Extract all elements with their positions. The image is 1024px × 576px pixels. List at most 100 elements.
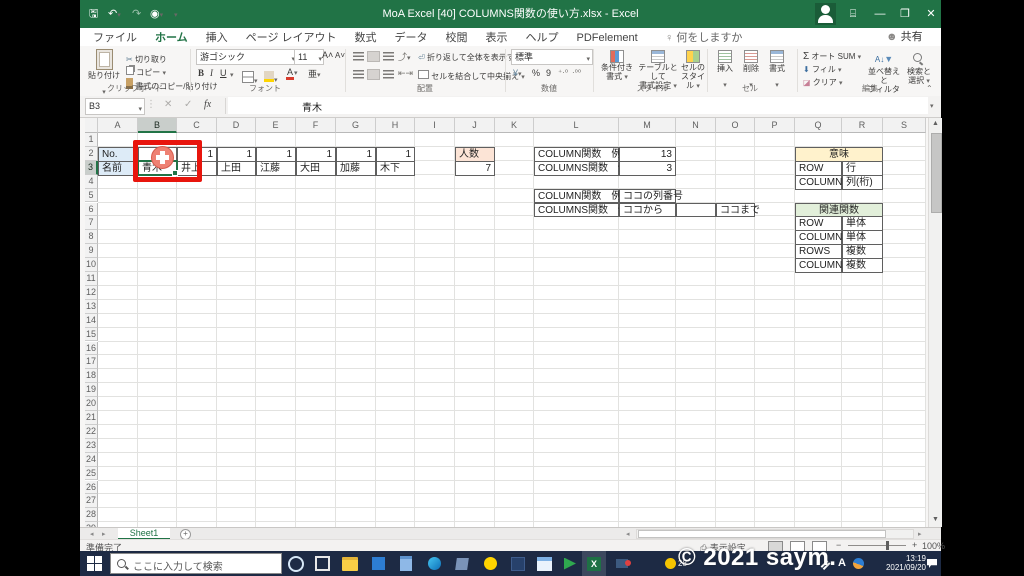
col-header-M[interactable]: M (619, 118, 676, 133)
cell-Q7[interactable]: ROW (795, 216, 842, 231)
task-view-icon[interactable] (310, 551, 334, 576)
orientation-icon[interactable]: ⤴▾ (398, 50, 411, 63)
cell-Q6[interactable]: 関連関数 (795, 203, 883, 218)
taskbar-search-box[interactable]: ここに入力して検索 (110, 553, 282, 574)
font-name-select[interactable]: 游ゴシック▾ (196, 49, 298, 65)
cell-D3[interactable]: 上田 (217, 161, 256, 176)
cell-Q2[interactable]: 意味 (795, 147, 883, 162)
zoom-in-icon[interactable]: + (912, 540, 917, 550)
start-button[interactable] (82, 551, 106, 576)
row-header-7[interactable]: 7 (85, 216, 98, 230)
close-button[interactable]: ✕ (918, 0, 944, 28)
row-header-5[interactable]: 5 (85, 189, 98, 203)
row-header-20[interactable]: 20 (85, 397, 98, 411)
row-header-28[interactable]: 28 (85, 508, 98, 522)
cell-M5[interactable]: ココの列番号 (619, 189, 676, 204)
cell-L2[interactable]: COLUMN関数 例 (534, 147, 619, 162)
cell-R3[interactable]: 行 (842, 161, 883, 176)
align-right-icon[interactable] (383, 70, 394, 79)
enter-icon[interactable]: ✓ (184, 99, 192, 110)
cell-L3[interactable]: COLUMNS関数 例 (534, 161, 619, 176)
tab-insert[interactable]: 挿入 (197, 30, 237, 47)
zoom-slider[interactable] (848, 545, 906, 546)
col-header-O[interactable]: O (716, 118, 755, 133)
row-header-22[interactable]: 22 (85, 425, 98, 439)
cell-M2[interactable]: 13 (619, 147, 676, 162)
tab-page-layout[interactable]: ページ レイアウト (237, 30, 346, 47)
formula-input[interactable]: 青木 (228, 97, 928, 114)
app-icon-green[interactable] (558, 551, 582, 576)
sheet-nav-left-icon[interactable]: ◂ (90, 530, 94, 538)
shrink-font-icon[interactable]: A˅ (335, 51, 345, 60)
col-header-F[interactable]: F (296, 118, 336, 133)
underline-arrow-icon[interactable]: ▾ (230, 71, 234, 79)
app-icon-yellow-circle[interactable] (478, 551, 502, 576)
tab-view[interactable]: 表示 (477, 30, 517, 47)
select-all-corner[interactable] (85, 118, 98, 133)
name-box[interactable]: B3▾ (85, 98, 145, 115)
row-header-1[interactable]: 1 (85, 133, 98, 147)
tray-clock[interactable]: 13:19 2021/09/20 (874, 554, 926, 572)
insert-function-icon[interactable]: fx (204, 99, 211, 110)
copy-button[interactable]: コピー ▾ (126, 66, 166, 78)
tab-review[interactable]: 校閲 (437, 30, 477, 47)
notification-center-icon[interactable] (924, 551, 940, 576)
cell-L6[interactable]: COLUMNS関数 例 (534, 203, 619, 218)
font-size-select[interactable]: 11▾ (294, 49, 324, 65)
hscroll-right-icon[interactable]: ▸ (918, 530, 922, 538)
cell-A2[interactable]: No. (98, 147, 138, 162)
cell-R4[interactable]: 列(桁) (842, 175, 883, 190)
app-icon-teal[interactable] (450, 551, 474, 576)
tray-weather-icon[interactable] (850, 551, 866, 576)
spreadsheet-grid[interactable]: ABCDEFGHIJKLMNOPQRS123456789101112131415… (85, 118, 926, 527)
row-header-10[interactable]: 10 (85, 258, 98, 272)
conditional-formatting-button[interactable]: 条件付き書式 ▾ (599, 50, 635, 82)
col-header-D[interactable]: D (217, 118, 256, 133)
ribbon-display-options-icon[interactable]: ⌸ (840, 0, 866, 28)
bold-button[interactable]: B (198, 68, 204, 78)
expand-formula-bar-icon[interactable]: ▾ (930, 102, 934, 110)
row-header-26[interactable]: 26 (85, 481, 98, 495)
col-header-C[interactable]: C (177, 118, 217, 133)
tell-me-box[interactable]: ♀ 何をしますか (665, 32, 742, 44)
fill-button[interactable]: ⬇ フィル ▾ (803, 64, 842, 75)
row-header-13[interactable]: 13 (85, 300, 98, 314)
cell-J3[interactable]: 7 (455, 161, 495, 176)
col-header-G[interactable]: G (336, 118, 376, 133)
ruby-button[interactable]: 亜▾ (308, 67, 321, 80)
ime-indicator[interactable]: A (838, 557, 846, 569)
grow-font-icon[interactable]: A˄ (322, 50, 333, 60)
row-header-9[interactable]: 9 (85, 244, 98, 258)
col-header-L[interactable]: L (534, 118, 619, 133)
zoom-out-icon[interactable]: − (836, 540, 841, 550)
tab-data[interactable]: データ (386, 30, 437, 47)
cell-R7[interactable]: 単体 (842, 216, 883, 231)
cell-F3[interactable]: 大田 (296, 161, 336, 176)
row-header-14[interactable]: 14 (85, 314, 98, 328)
percent-format-icon[interactable]: % (532, 68, 540, 78)
col-header-P[interactable]: P (755, 118, 795, 133)
tab-pdfelement[interactable]: PDFelement (568, 30, 647, 47)
excel-taskbar-icon[interactable]: X (582, 551, 606, 576)
cell-G2[interactable]: 1 (336, 147, 376, 162)
currency-format-icon[interactable]: ¥▾ (513, 68, 522, 78)
underline-button[interactable]: U (220, 68, 227, 78)
cell-Q9[interactable]: ROWS (795, 244, 842, 259)
vertical-scrollbar[interactable]: ▲ ▼ (928, 118, 942, 527)
cell-O6[interactable]: ココまで (716, 203, 755, 218)
row-header-12[interactable]: 12 (85, 286, 98, 300)
row-header-18[interactable]: 18 (85, 369, 98, 383)
indent-icons[interactable]: ⇤⇥ (398, 68, 413, 79)
cell-R8[interactable]: 単体 (842, 230, 883, 245)
row-header-19[interactable]: 19 (85, 383, 98, 397)
col-header-A[interactable]: A (98, 118, 138, 133)
cell-Q8[interactable]: COLUMN (795, 230, 842, 245)
row-header-6[interactable]: 6 (85, 203, 98, 217)
row-header-3[interactable]: 3 (85, 161, 98, 175)
cell-E3[interactable]: 江藤 (256, 161, 296, 176)
row-header-17[interactable]: 17 (85, 355, 98, 369)
merge-center-button[interactable]: セルを結合して中央揃え ▾ (418, 70, 525, 82)
cell-H2[interactable]: 1 (376, 147, 415, 162)
zoom-slider-thumb[interactable] (886, 541, 889, 550)
decrease-decimal-icon[interactable]: ·⁰⁰ (572, 68, 581, 77)
